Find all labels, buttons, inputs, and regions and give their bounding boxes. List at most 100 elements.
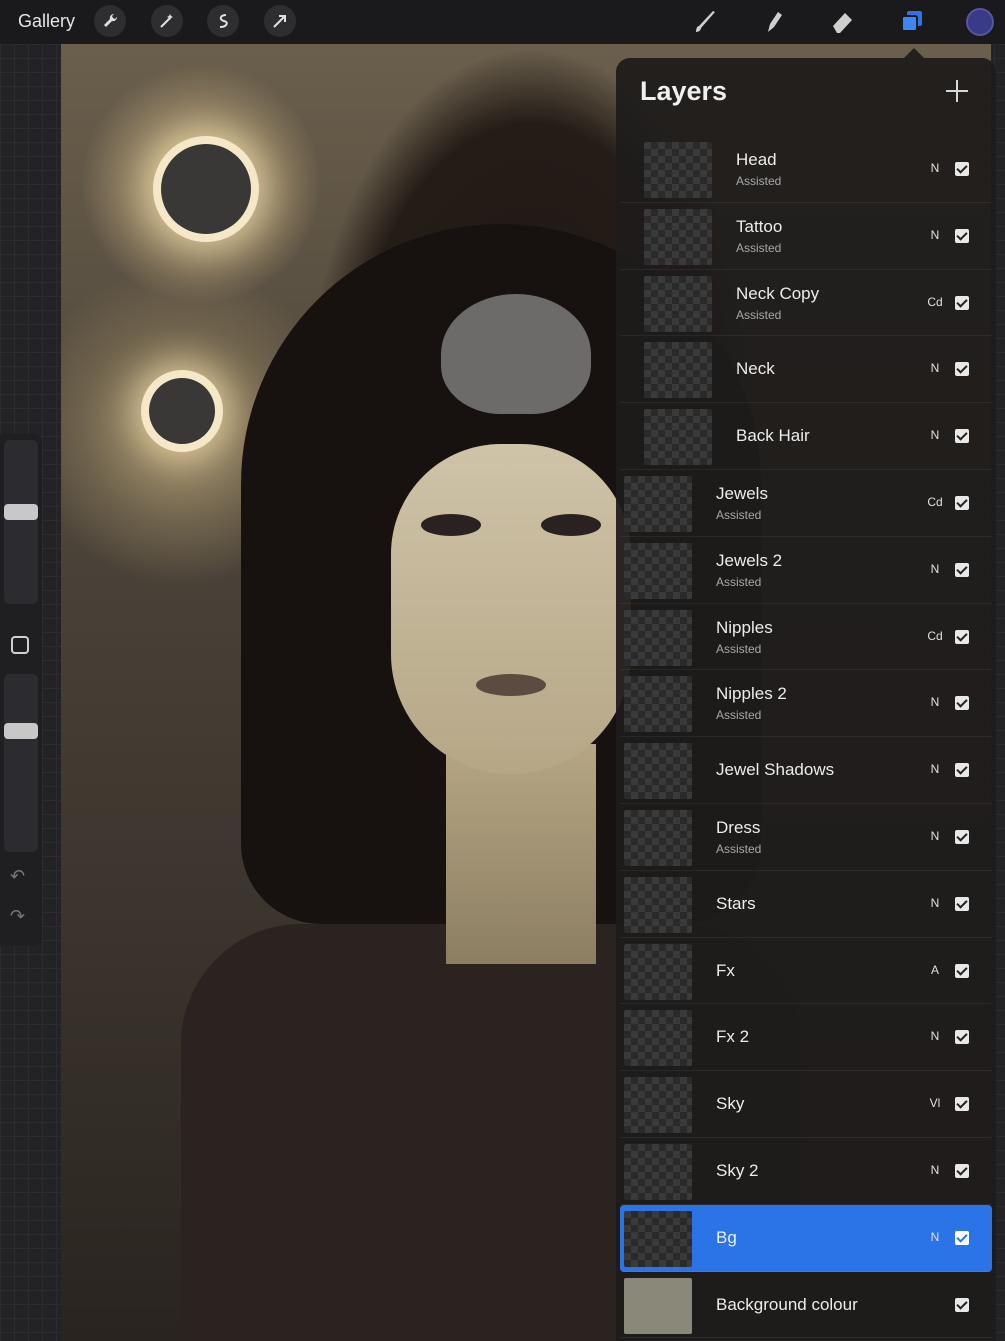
layer-name: Bg bbox=[716, 1227, 737, 1247]
layer-row[interactable]: Nipples Assisted Cd bbox=[620, 604, 992, 671]
layer-row[interactable]: Sky Vl bbox=[620, 1071, 992, 1138]
color-picker-button[interactable] bbox=[966, 8, 994, 36]
layer-name: Tattoo bbox=[736, 216, 783, 236]
undo-icon[interactable]: ↶ bbox=[10, 866, 25, 887]
layer-row[interactable]: Jewels 2 Assisted N bbox=[620, 537, 992, 604]
redo-icon[interactable]: ↷ bbox=[10, 906, 25, 927]
visibility-checkbox[interactable] bbox=[955, 362, 969, 377]
visibility-checkbox[interactable] bbox=[955, 162, 969, 176]
layer-row[interactable]: Stars N bbox=[620, 871, 992, 938]
layer-name: Neck Copy bbox=[736, 283, 820, 303]
blend-mode-button[interactable]: N bbox=[920, 896, 950, 910]
layer-subtitle: Assisted bbox=[716, 641, 762, 656]
layer-thumbnail bbox=[624, 1010, 692, 1067]
adjustments-button[interactable] bbox=[151, 5, 183, 37]
layers-panel-caret bbox=[904, 48, 924, 58]
blend-mode-button[interactable]: N bbox=[920, 161, 950, 175]
layer-row[interactable]: Tattoo Assisted N bbox=[620, 203, 992, 270]
layer-row[interactable]: Fx A bbox=[620, 938, 992, 1005]
layer-thumbnail bbox=[624, 876, 692, 933]
layer-thumbnail bbox=[644, 275, 712, 332]
actions-button[interactable] bbox=[94, 5, 126, 37]
visibility-checkbox[interactable] bbox=[955, 1030, 969, 1045]
brush-size-thumb[interactable] bbox=[4, 503, 38, 520]
blend-mode-button[interactable]: N bbox=[920, 562, 950, 576]
visibility-checkbox[interactable] bbox=[955, 228, 969, 243]
eraser-tool-button[interactable] bbox=[827, 6, 859, 38]
blend-mode-button[interactable]: N bbox=[920, 1230, 950, 1244]
gallery-button[interactable]: Gallery bbox=[18, 11, 75, 32]
smudge-icon bbox=[768, 12, 782, 32]
visibility-checkbox[interactable] bbox=[955, 1297, 969, 1312]
layers-panel: Layers Head Assisted N Tattoo Assisted N Neck … bbox=[616, 58, 996, 1341]
magic-wand-icon bbox=[160, 14, 173, 28]
layer-row[interactable]: Back Hair N bbox=[620, 403, 992, 470]
opacity-slider[interactable] bbox=[4, 674, 38, 852]
visibility-checkbox[interactable] bbox=[955, 629, 969, 644]
visibility-checkbox[interactable] bbox=[955, 429, 969, 444]
blend-mode-button[interactable]: N bbox=[920, 361, 950, 375]
blend-mode-button[interactable]: N bbox=[920, 428, 950, 442]
blend-mode-button[interactable]: Cd bbox=[920, 295, 950, 309]
layers-button[interactable] bbox=[896, 6, 928, 38]
brush-tool-button[interactable] bbox=[690, 6, 722, 38]
blend-mode-button[interactable]: Vl bbox=[920, 1096, 950, 1110]
layer-thumbnail bbox=[624, 475, 692, 532]
layer-name: Head bbox=[736, 150, 777, 169]
modify-button[interactable] bbox=[11, 636, 29, 654]
visibility-checkbox[interactable] bbox=[955, 963, 969, 978]
blend-mode-button[interactable]: A bbox=[920, 963, 950, 977]
layer-thumbnail bbox=[624, 1143, 692, 1200]
portrait-lips bbox=[476, 674, 546, 696]
layer-row[interactable]: Background colour bbox=[620, 1272, 992, 1339]
layer-thumbnail bbox=[644, 342, 712, 399]
blend-mode-button[interactable]: N bbox=[920, 829, 950, 843]
layers-panel-title: Layers bbox=[640, 76, 728, 106]
layer-row[interactable]: Sky 2 N bbox=[620, 1138, 992, 1205]
layer-subtitle: Assisted bbox=[716, 574, 762, 589]
layer-thumbnail bbox=[644, 208, 712, 265]
blend-mode-button[interactable]: Cd bbox=[920, 495, 950, 509]
blend-mode-button[interactable]: N bbox=[920, 1029, 950, 1043]
visibility-checkbox[interactable] bbox=[955, 1163, 969, 1178]
blend-mode-button[interactable]: Cd bbox=[920, 629, 950, 643]
layer-row[interactable]: Neck N bbox=[620, 336, 992, 404]
layer-row[interactable]: Dress Assisted N bbox=[620, 804, 992, 871]
blend-mode-button[interactable]: N bbox=[920, 228, 950, 242]
top-toolbar: Gallery bbox=[0, 0, 1005, 44]
visibility-checkbox[interactable] bbox=[955, 696, 969, 711]
layer-name: Sky 2 bbox=[716, 1160, 759, 1180]
add-layer-button[interactable] bbox=[946, 80, 968, 102]
transform-button[interactable] bbox=[264, 5, 296, 37]
layer-row[interactable]: Fx 2 N bbox=[620, 1004, 992, 1072]
blend-mode-button[interactable]: N bbox=[920, 1163, 950, 1177]
layer-row[interactable]: Nipples 2 Assisted N bbox=[620, 670, 992, 738]
layer-row[interactable]: Head Assisted N bbox=[620, 136, 992, 203]
layer-name: Neck bbox=[736, 359, 775, 379]
layer-row[interactable]: Jewel Shadows N bbox=[620, 737, 992, 804]
layer-thumbnail bbox=[624, 542, 692, 599]
layer-row[interactable]: Neck Copy Assisted Cd bbox=[620, 270, 992, 337]
visibility-checkbox[interactable] bbox=[955, 896, 969, 911]
layer-thumbnail bbox=[624, 609, 692, 666]
blend-mode-button[interactable]: N bbox=[920, 695, 950, 709]
layer-name: Back Hair bbox=[736, 426, 810, 446]
layers-icon bbox=[901, 11, 922, 32]
selection-button[interactable] bbox=[207, 5, 239, 37]
visibility-checkbox[interactable] bbox=[955, 1097, 969, 1112]
layer-row[interactable]: Jewels Assisted Cd bbox=[620, 470, 992, 537]
layer-row[interactable]: Bg N bbox=[620, 1204, 992, 1272]
visibility-checkbox[interactable] bbox=[955, 763, 969, 778]
wrench-icon bbox=[104, 13, 118, 27]
brush-size-slider[interactable] bbox=[4, 440, 38, 604]
blend-mode-button[interactable]: N bbox=[920, 762, 950, 776]
visibility-checkbox[interactable] bbox=[955, 562, 969, 577]
visibility-checkbox[interactable] bbox=[955, 295, 969, 310]
visibility-checkbox[interactable] bbox=[955, 1230, 969, 1245]
visibility-checkbox[interactable] bbox=[955, 829, 969, 844]
portrait-neck bbox=[446, 744, 596, 964]
opacity-thumb[interactable] bbox=[4, 722, 38, 739]
smudge-tool-button[interactable] bbox=[758, 6, 790, 38]
visibility-checkbox[interactable] bbox=[955, 495, 969, 510]
layer-thumbnail bbox=[624, 1277, 692, 1334]
